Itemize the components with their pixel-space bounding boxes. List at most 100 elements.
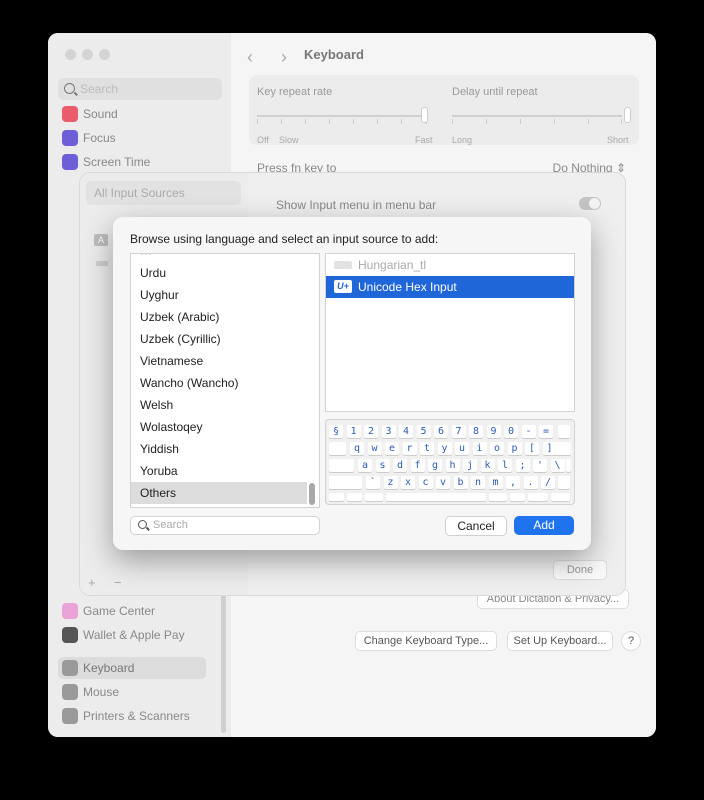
sidebar-item-label: Game Center xyxy=(83,604,156,618)
repeat-slow-label: Slow xyxy=(279,135,299,145)
keyboard-key: c xyxy=(418,476,433,489)
keyboard-key: t xyxy=(420,442,434,455)
delay-ticks xyxy=(452,119,622,125)
list-item-selected[interactable]: Others xyxy=(131,482,307,504)
key-repeat-label: Key repeat rate xyxy=(257,86,333,98)
done-button[interactable]: Done xyxy=(553,560,607,580)
all-input-sources-label: All Input Sources xyxy=(94,186,185,200)
keyboard-key-blank xyxy=(558,476,570,489)
sidebar-item-printers[interactable]: Printers & Scanners xyxy=(60,705,210,727)
keyboard-key-blank xyxy=(329,459,354,472)
language-label: Uyghur xyxy=(140,288,179,302)
key-repeat-slider[interactable] xyxy=(257,115,427,117)
sidebar-item-label: Focus xyxy=(83,131,116,145)
forward-chevron-icon[interactable]: › xyxy=(281,47,287,68)
sidebar-item-sound[interactable]: Sound xyxy=(60,103,210,125)
sidebar-item-game-center[interactable]: Game Center xyxy=(60,600,210,622)
keyboard-key: 7 xyxy=(451,425,466,438)
keyboard-key: j xyxy=(463,459,477,472)
sidebar-item-mouse[interactable]: Mouse xyxy=(60,681,210,703)
show-input-menu-toggle[interactable] xyxy=(579,197,601,210)
language-label: Uzbek (Arabic) xyxy=(140,310,220,324)
language-label: Wolastoqey xyxy=(140,420,203,434)
zoom-window-button[interactable] xyxy=(99,49,110,60)
sidebar-item-screen-time[interactable]: Screen Time xyxy=(60,151,210,173)
keyboard-key-blank xyxy=(528,493,548,501)
delay-knob[interactable] xyxy=(624,107,631,123)
change-keyboard-type-button[interactable]: Change Keyboard Type... xyxy=(355,631,497,651)
remove-source-button[interactable]: − xyxy=(114,575,122,590)
list-item[interactable]: Yiddish xyxy=(131,438,307,460)
list-item[interactable]: Uyghur xyxy=(131,284,307,306)
minimize-window-button[interactable] xyxy=(82,49,93,60)
key-repeat-knob[interactable] xyxy=(421,107,428,123)
repeat-off-label: Off xyxy=(257,135,269,145)
keyboard-key: a xyxy=(358,459,372,472)
list-item[interactable]: Wancho (Wancho) xyxy=(131,372,307,394)
keyboard-key: § xyxy=(329,425,343,438)
sidebar-item-focus[interactable]: Focus xyxy=(60,127,210,149)
set-up-keyboard-button[interactable]: Set Up Keyboard... xyxy=(507,631,613,651)
keyboard-key: w xyxy=(367,442,382,455)
language-label: Urdu xyxy=(140,266,167,280)
page-title: Keyboard xyxy=(304,47,364,62)
back-chevron-icon[interactable]: ‹ xyxy=(247,47,253,68)
keyboard-key: - xyxy=(521,425,536,438)
all-input-sources-item[interactable]: All Input Sources xyxy=(86,181,241,205)
cancel-button[interactable]: Cancel xyxy=(445,516,507,536)
repeat-fast-label: Fast xyxy=(415,135,433,145)
language-label: Uzbek (Cyrillic) xyxy=(140,332,221,346)
sidebar-item-wallet[interactable]: Wallet & Apple Pay xyxy=(60,624,210,646)
list-item[interactable]: Urdu xyxy=(131,262,307,284)
sidebar-search-input[interactable]: Search xyxy=(58,78,222,100)
help-button[interactable]: ? xyxy=(621,631,641,651)
add-button[interactable]: Add xyxy=(514,516,574,535)
keyboard-key: 1 xyxy=(346,425,361,438)
keyboard-key: f xyxy=(410,459,425,472)
keyboard-key: ` xyxy=(366,476,380,489)
sidebar-item-keyboard[interactable]: Keyboard xyxy=(58,657,206,679)
language-list[interactable]: ··· Urdu Uyghur Uzbek (Arabic) Uzbek (Cy… xyxy=(130,253,320,508)
keyboard-key: / xyxy=(541,476,555,489)
language-label: Others xyxy=(140,486,177,500)
input-source-list[interactable]: Hungarian_tl U+ Unicode Hex Input xyxy=(325,253,575,412)
keyboard-key: 0 xyxy=(504,425,518,438)
keyboard-key: h xyxy=(445,459,460,472)
source-item-hungarian[interactable]: Hungarian_tl xyxy=(326,254,574,276)
key-repeat-panel: Key repeat rate Delay until repeat Off S… xyxy=(249,75,639,145)
sound-icon xyxy=(62,106,78,122)
list-item[interactable]: Wolastoqey xyxy=(131,416,307,438)
language-label: Yiddish xyxy=(140,442,179,456)
add-source-button[interactable]: + xyxy=(88,575,96,590)
keyboard-key-blank xyxy=(566,459,571,472)
list-item[interactable]: Uzbek (Arabic) xyxy=(131,306,307,328)
list-item[interactable]: Yoruba xyxy=(131,460,307,482)
delay-label: Delay until repeat xyxy=(452,86,538,98)
keyboard-key: n xyxy=(471,476,485,489)
wallet-icon xyxy=(62,627,78,643)
keyboard-key: [ xyxy=(525,442,539,455)
language-label: Welsh xyxy=(140,398,174,412)
language-search-input[interactable]: Search xyxy=(130,516,320,535)
delay-slider[interactable] xyxy=(452,115,622,117)
keyboard-key: l xyxy=(498,459,512,472)
abc-input-icon: A xyxy=(94,234,108,246)
keyboard-key: 9 xyxy=(486,425,501,438)
keyboard-key: 8 xyxy=(469,425,483,438)
unicode-hex-icon: U+ xyxy=(334,280,352,293)
keyboard-key: q xyxy=(350,442,364,455)
sidebar-item-label: Sound xyxy=(83,107,118,121)
keyboard-key-blank xyxy=(558,425,570,438)
close-window-button[interactable] xyxy=(65,49,76,60)
keyboard-key: s xyxy=(375,459,390,472)
source-item-unicode-hex[interactable]: U+ Unicode Hex Input xyxy=(326,276,574,298)
sidebar-search-placeholder: Search xyxy=(80,82,119,96)
list-item[interactable]: Uzbek (Cyrillic) xyxy=(131,328,307,350)
list-item[interactable]: Vietnamese xyxy=(131,350,307,372)
list-item[interactable]: Welsh xyxy=(131,394,307,416)
language-list-scrollbar[interactable] xyxy=(309,483,315,505)
keyboard-key: m xyxy=(488,476,503,489)
show-input-menu-label: Show Input menu in menu bar xyxy=(276,198,437,212)
keyboard-key: ; xyxy=(515,459,530,472)
sidebar-item-label: Screen Time xyxy=(83,155,151,169)
